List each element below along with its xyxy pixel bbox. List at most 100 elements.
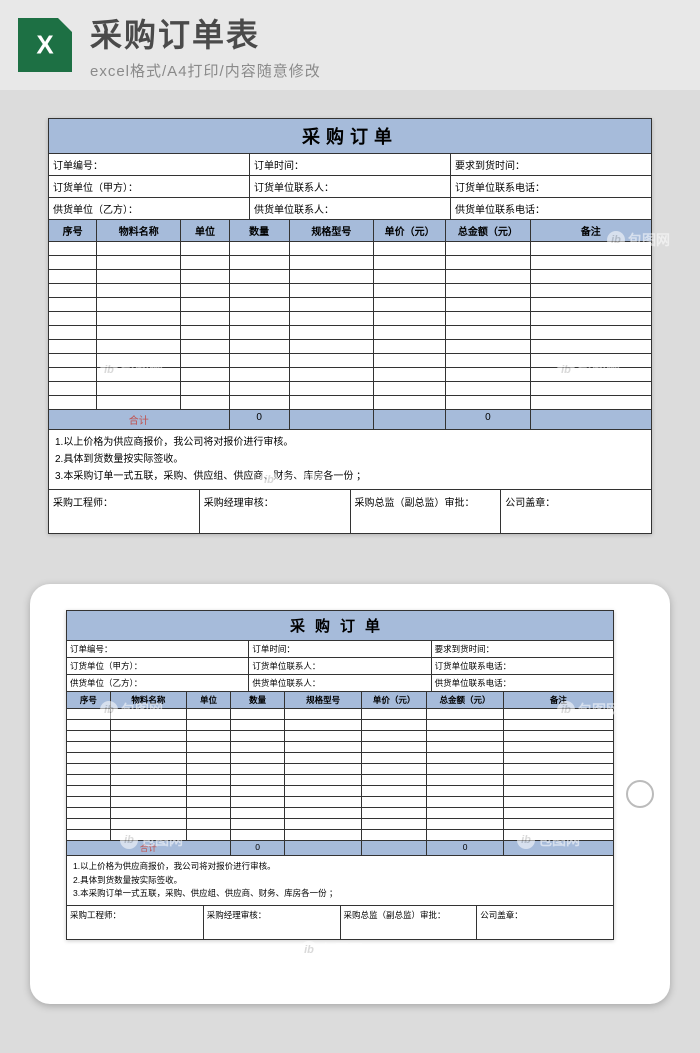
table-cell xyxy=(531,326,651,339)
table-cell xyxy=(49,284,97,297)
table-cell xyxy=(362,742,428,752)
supplier-phone-label: 供货单位联系电话： xyxy=(451,198,651,219)
table-cell xyxy=(290,298,374,311)
table-cell xyxy=(230,340,290,353)
table-cell xyxy=(67,786,111,796)
table-cell xyxy=(187,720,231,730)
table-cell xyxy=(181,298,229,311)
table-cell xyxy=(504,731,613,741)
table-cell xyxy=(97,284,181,297)
table-row xyxy=(67,764,613,775)
table-cell xyxy=(362,786,428,796)
table-cell xyxy=(504,808,613,818)
table-cell xyxy=(67,830,111,840)
col-spec: 规格型号 xyxy=(290,220,374,241)
table-cell xyxy=(374,242,446,255)
t-supplier-phone: 供货单位联系电话： xyxy=(432,675,613,691)
banner: X 采购订单表 excel格式/A4打印/内容随意修改 xyxy=(0,0,700,90)
table-row xyxy=(49,284,651,298)
table-row xyxy=(49,298,651,312)
table-cell xyxy=(67,742,111,752)
t-col-name: 物料名称 xyxy=(111,692,187,708)
table-cell xyxy=(187,819,231,829)
col-unit: 单位 xyxy=(181,220,229,241)
tablet-preview: 采购订单 订单编号： 订单时间： 要求到货时间： 订货单位（甲方）： 订货单位联… xyxy=(30,584,670,1004)
table-cell xyxy=(181,242,229,255)
table-row xyxy=(49,242,651,256)
table-cell xyxy=(504,709,613,719)
table-cell xyxy=(230,270,290,283)
table-cell xyxy=(49,270,97,283)
table-cell xyxy=(187,709,231,719)
col-name: 物料名称 xyxy=(97,220,181,241)
table-cell xyxy=(427,830,503,840)
info-row-0: 订单编号： 订单时间： 要求到货时间： xyxy=(49,154,651,176)
table-cell xyxy=(446,340,530,353)
table-cell xyxy=(504,764,613,774)
table-row xyxy=(67,797,613,808)
buyer-phone-label: 订货单位联系电话： xyxy=(451,176,651,197)
table-cell xyxy=(362,819,428,829)
signature-row: 采购工程师： 采购经理审核： 采购总监（副总监）审批： 公司盖章： xyxy=(49,490,651,533)
table-cell xyxy=(67,764,111,774)
table-cell xyxy=(111,742,187,752)
table-cell xyxy=(230,354,290,367)
table-cell xyxy=(111,775,187,785)
table-cell xyxy=(531,382,651,395)
table-row xyxy=(67,709,613,720)
total-qty: 0 xyxy=(230,410,290,429)
table-cell xyxy=(111,786,187,796)
table-cell xyxy=(285,797,361,807)
table-cell xyxy=(67,808,111,818)
table-cell xyxy=(49,368,97,381)
table-cell xyxy=(290,284,374,297)
excel-icon: X xyxy=(18,18,72,72)
table-cell xyxy=(187,775,231,785)
table-cell xyxy=(290,326,374,339)
table-row xyxy=(67,830,613,841)
table-cell xyxy=(285,742,361,752)
table-cell xyxy=(181,312,229,325)
tablet-table-body xyxy=(67,709,613,841)
buyer-unit-label: 订货单位（甲方）： xyxy=(49,176,250,197)
table-cell xyxy=(531,270,651,283)
table-cell xyxy=(97,382,181,395)
supplier-contact-label: 供货单位联系人： xyxy=(250,198,451,219)
table-cell xyxy=(285,709,361,719)
table-cell xyxy=(231,731,286,741)
table-cell xyxy=(181,270,229,283)
table-cell xyxy=(290,354,374,367)
table-cell xyxy=(187,786,231,796)
total-amount: 0 xyxy=(446,410,530,429)
t-sig-manager: 采购经理审核： xyxy=(204,906,341,939)
table-cell xyxy=(181,284,229,297)
table-cell xyxy=(231,720,286,730)
table-cell xyxy=(504,797,613,807)
table-cell xyxy=(504,775,613,785)
total-price-blank xyxy=(374,410,446,429)
tablet-table-header: 序号 物料名称 单位 数量 规格型号 单价（元） 总金额（元） 备注 xyxy=(67,692,613,709)
table-cell xyxy=(97,270,181,283)
table-row xyxy=(67,742,613,753)
table-cell xyxy=(111,764,187,774)
table-cell xyxy=(181,340,229,353)
table-cell xyxy=(531,312,651,325)
table-cell xyxy=(97,396,181,409)
table-cell xyxy=(181,382,229,395)
table-cell xyxy=(504,720,613,730)
table-cell xyxy=(285,775,361,785)
col-price: 单价（元） xyxy=(374,220,446,241)
table-cell xyxy=(427,731,503,741)
table-cell xyxy=(374,256,446,269)
table-row xyxy=(49,312,651,326)
table-cell xyxy=(374,270,446,283)
table-cell xyxy=(446,368,530,381)
table-cell xyxy=(97,242,181,255)
table-cell xyxy=(531,354,651,367)
table-cell xyxy=(97,368,181,381)
t-col-seq: 序号 xyxy=(67,692,111,708)
info-row-1: 订货单位（甲方）： 订货单位联系人： 订货单位联系电话： xyxy=(49,176,651,198)
table-cell xyxy=(427,797,503,807)
table-cell xyxy=(362,775,428,785)
table-cell xyxy=(67,797,111,807)
